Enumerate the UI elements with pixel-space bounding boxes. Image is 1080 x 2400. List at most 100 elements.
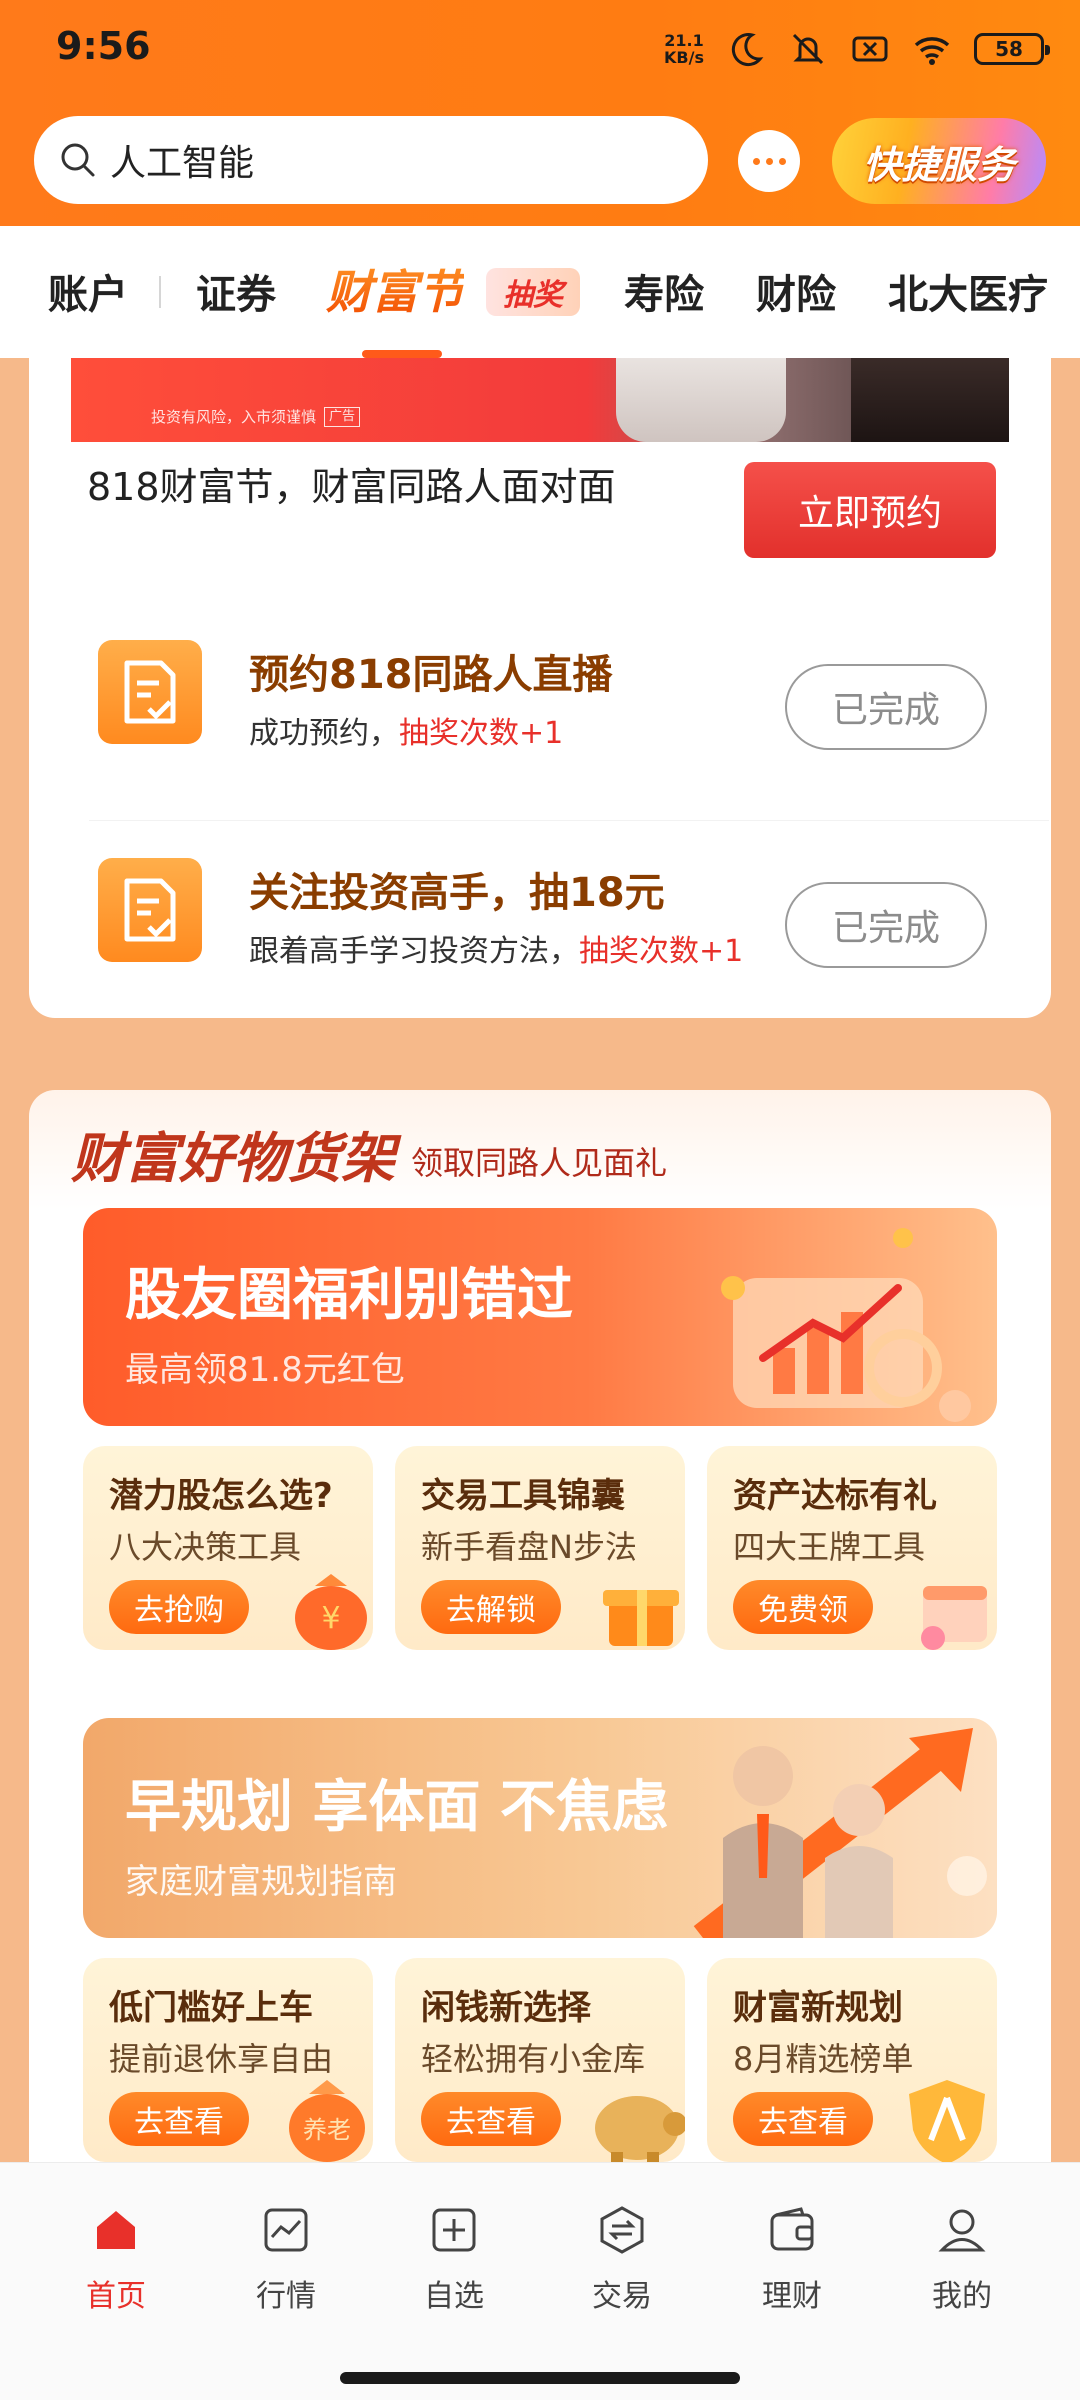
nav-home[interactable]: 首页 bbox=[46, 2203, 186, 2315]
banner-subtitle: 最高领81.8元红包 bbox=[125, 1350, 405, 1390]
status-time: 9:56 bbox=[56, 24, 151, 68]
nav-watchlist[interactable]: 自选 bbox=[384, 2203, 524, 2315]
gesture-area bbox=[0, 2362, 1080, 2400]
message-button[interactable] bbox=[738, 130, 800, 192]
task-document-icon bbox=[98, 640, 202, 744]
tab-pku-healthcare[interactable]: 北大医疗 bbox=[888, 262, 1048, 320]
calendar-icon bbox=[921, 1586, 987, 1650]
grab-button[interactable]: 去抢购 bbox=[109, 1580, 249, 1634]
stock-circle-banner[interactable]: 股友圈福利别错过 最高领81.8元红包 bbox=[83, 1208, 997, 1426]
tab-account[interactable]: 账户 bbox=[48, 262, 128, 320]
task-desc-text: 成功预约， bbox=[249, 716, 399, 751]
task-item: 预约818同路人直播 成功预约，抽奖次数+1 已完成 bbox=[29, 602, 1051, 782]
event-card: 投资有风险，入市须谨慎 广告 818财富节，财富同路人面对面 立即预约 预约81… bbox=[29, 358, 1051, 1018]
bottom-navigation: 首页 行情 自选 交易 理财 我的 bbox=[0, 2162, 1080, 2362]
family-planning-banner[interactable]: 早规划 享体面 不焦虑 家庭财富规划指南 bbox=[83, 1718, 997, 1938]
nav-label: 我的 bbox=[932, 2279, 992, 2314]
message-dot bbox=[778, 157, 786, 165]
promo-tile-wealth-plan[interactable]: 财富新规划 8月精选榜单 去查看 bbox=[707, 1958, 997, 2162]
chart-growth-icon bbox=[721, 1228, 971, 1422]
ad-tag: 广告 bbox=[324, 406, 361, 427]
home-indicator[interactable] bbox=[340, 2372, 740, 2384]
banner-photo bbox=[851, 358, 1009, 442]
divider bbox=[89, 820, 1049, 821]
promo-tile-low-threshold[interactable]: 低门槛好上车 提前退休享自由 去查看 养老 bbox=[83, 1958, 373, 2162]
risk-note-text: 投资有风险，入市须谨慎 bbox=[151, 408, 317, 426]
task-title: 关注投资高手，抽18元 bbox=[249, 870, 665, 916]
nav-trade[interactable]: 交易 bbox=[552, 2203, 692, 2315]
banner-photo bbox=[616, 358, 786, 442]
banner-title: 早规划 享体面 不焦虑 bbox=[125, 1775, 668, 1840]
nav-label: 理财 bbox=[762, 2279, 822, 2314]
event-banner-image[interactable]: 投资有风险，入市须谨慎 广告 bbox=[71, 358, 1009, 442]
active-tab-indicator bbox=[362, 350, 442, 358]
moon-icon bbox=[731, 33, 764, 67]
promo-tile-asset-reward[interactable]: 资产达标有礼 四大王牌工具 免费领 bbox=[707, 1446, 997, 1650]
tile-title: 交易工具锦囊 bbox=[421, 1476, 625, 1516]
tab-divider bbox=[159, 276, 161, 308]
nav-wealth[interactable]: 理财 bbox=[722, 2203, 862, 2315]
nav-label: 交易 bbox=[592, 2279, 652, 2314]
search-icon bbox=[61, 143, 95, 177]
mute-icon bbox=[792, 33, 824, 65]
task-completed-button[interactable]: 已完成 bbox=[785, 882, 987, 968]
quick-service-button[interactable]: 快捷服务 bbox=[832, 118, 1046, 204]
plus-square-icon bbox=[432, 2208, 476, 2252]
task-desc-text: 跟着高手学习投资方法， bbox=[249, 934, 579, 969]
tile-title: 闲钱新选择 bbox=[421, 1988, 591, 2028]
pension-bag-icon: 养老 bbox=[289, 2080, 365, 2162]
nav-label: 自选 bbox=[424, 2279, 484, 2314]
svg-text:养老: 养老 bbox=[303, 2116, 351, 2144]
tile-subtitle: 四大王牌工具 bbox=[733, 1528, 926, 1566]
piggy-bank-icon bbox=[595, 2096, 685, 2162]
task-completed-button[interactable]: 已完成 bbox=[785, 664, 987, 750]
tab-wealth-festival[interactable]: 财富节 bbox=[326, 256, 464, 322]
nav-label: 行情 bbox=[256, 2279, 316, 2314]
user-icon bbox=[938, 2209, 986, 2252]
app-header: 9:56 21.1 KB/s 58 人工智能 快捷服务 bbox=[0, 0, 1080, 226]
svg-text:¥: ¥ bbox=[321, 1601, 340, 1636]
tile-title: 财富新规划 bbox=[733, 1988, 903, 2028]
tile-title: 潜力股怎么选? bbox=[109, 1476, 333, 1516]
message-dot bbox=[765, 157, 773, 165]
promo-tile-spare-cash[interactable]: 闲钱新选择 轻松拥有小金库 去查看 bbox=[395, 1958, 685, 2162]
unlock-button[interactable]: 去解锁 bbox=[421, 1580, 561, 1634]
network-speed-unit: KB/s bbox=[664, 48, 704, 67]
risk-disclaimer: 投资有风险，入市须谨慎 广告 bbox=[151, 406, 361, 427]
home-icon bbox=[97, 2211, 135, 2249]
reserve-now-button[interactable]: 立即预约 bbox=[744, 462, 996, 558]
view-button[interactable]: 去查看 bbox=[109, 2092, 249, 2146]
task-item: 关注投资高手，抽18元 跟着高手学习投资方法，抽奖次数+1 已完成 bbox=[29, 820, 1051, 1000]
lottery-badge: 抽奖 bbox=[486, 268, 580, 316]
task-description: 跟着高手学习投资方法，抽奖次数+1 bbox=[249, 926, 743, 970]
trade-exchange-icon bbox=[600, 2206, 644, 2254]
tab-life-insurance[interactable]: 寿险 bbox=[624, 262, 704, 320]
banner-title: 股友圈福利别错过 bbox=[125, 1263, 573, 1328]
nav-label: 首页 bbox=[86, 2279, 146, 2314]
task-reward: 抽奖次数+1 bbox=[579, 934, 744, 969]
battery-icon: 58 bbox=[974, 33, 1050, 65]
no-sim-icon bbox=[852, 36, 888, 62]
tile-title: 低门槛好上车 bbox=[109, 1988, 313, 2028]
banner-subtitle: 家庭财富规划指南 bbox=[125, 1862, 397, 1902]
view-button[interactable]: 去查看 bbox=[733, 2092, 873, 2146]
gift-box-icon bbox=[603, 1590, 679, 1646]
tile-subtitle: 8月精选榜单 bbox=[733, 2040, 914, 2078]
shelf-title: 财富好物货架 bbox=[71, 1127, 395, 1190]
wallet-icon bbox=[770, 2207, 814, 2251]
task-description: 成功预约，抽奖次数+1 bbox=[249, 708, 563, 752]
view-button[interactable]: 去查看 bbox=[421, 2092, 561, 2146]
tab-property-insurance[interactable]: 财险 bbox=[756, 262, 836, 320]
free-claim-button[interactable]: 免费领 bbox=[733, 1580, 873, 1634]
nav-market[interactable]: 行情 bbox=[216, 2203, 356, 2315]
shield-icon bbox=[909, 2080, 985, 2162]
status-bar: 9:56 21.1 KB/s 58 bbox=[0, 0, 1080, 100]
tab-securities[interactable]: 证券 bbox=[196, 262, 276, 320]
search-query: 人工智能 bbox=[110, 143, 255, 184]
search-input[interactable]: 人工智能 bbox=[34, 116, 708, 204]
promo-tile-trading-tools[interactable]: 交易工具锦囊 新手看盘N步法 去解锁 bbox=[395, 1446, 685, 1650]
task-document-icon bbox=[98, 858, 202, 962]
shelf-subtitle: 领取同路人见面礼 bbox=[411, 1144, 668, 1182]
promo-tile-potential-stocks[interactable]: 潜力股怎么选? 八大决策工具 去抢购 ¥ bbox=[83, 1446, 373, 1650]
nav-profile[interactable]: 我的 bbox=[892, 2203, 1032, 2315]
